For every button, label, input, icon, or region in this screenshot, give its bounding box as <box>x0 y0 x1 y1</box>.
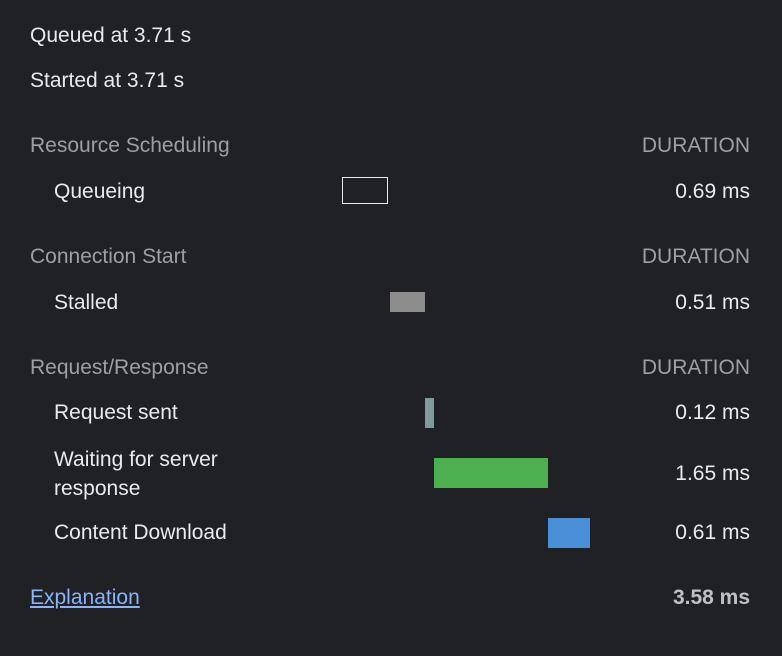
timing-bar-request-sent <box>425 398 434 428</box>
timing-row-content-download: Content Download 0.61 ms <box>0 518 782 550</box>
row-value: 0.69 ms <box>675 180 750 203</box>
timing-bar-content-download <box>548 518 590 548</box>
row-value: 0.51 ms <box>675 291 750 314</box>
row-label: Waiting for server response <box>54 448 218 500</box>
section-title: Resource Scheduling <box>30 134 230 157</box>
duration-header: DURATION <box>641 134 750 157</box>
row-value: 0.61 ms <box>675 521 750 544</box>
row-label: Stalled <box>54 291 119 314</box>
duration-header: DURATION <box>641 245 750 268</box>
timing-bar-queueing <box>342 177 388 204</box>
timing-row-stalled: Stalled 0.51 ms <box>0 286 782 318</box>
timing-row-queueing: Queueing 0.69 ms <box>0 175 782 207</box>
queued-time: Queued at 3.71 s <box>30 24 192 47</box>
section-header-resource-scheduling: Resource Scheduling DURATION <box>30 133 750 159</box>
section-title: Request/Response <box>30 356 209 379</box>
section-header-connection-start: Connection Start DURATION <box>30 244 750 270</box>
row-label: Queueing <box>54 180 146 203</box>
section-header-request-response: Request/Response DURATION <box>30 355 750 381</box>
row-value: 0.12 ms <box>675 401 750 424</box>
total-duration: 3.58 ms <box>672 586 750 609</box>
section-title: Connection Start <box>30 245 187 268</box>
timing-row-request-sent: Request sent 0.12 ms <box>0 398 782 430</box>
explanation-link[interactable]: Explanation <box>30 586 140 610</box>
timing-bar-waiting <box>434 458 548 488</box>
timing-bar-stalled <box>390 292 425 312</box>
row-label: Content Download <box>54 521 227 544</box>
row-label: Request sent <box>54 401 178 424</box>
duration-header: DURATION <box>641 356 750 379</box>
timing-row-waiting: Waiting for server response 1.65 ms <box>0 445 782 503</box>
started-time: Started at 3.71 s <box>30 69 185 92</box>
row-value: 1.65 ms <box>675 462 750 485</box>
